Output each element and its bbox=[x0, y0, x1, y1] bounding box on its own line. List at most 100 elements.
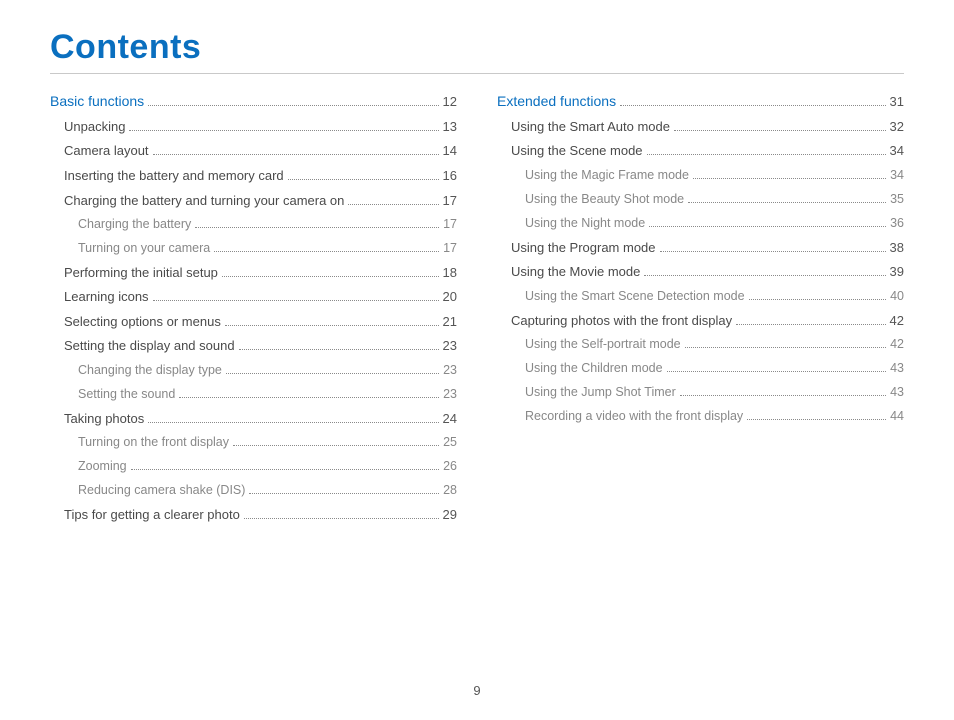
toc-page-number: 12 bbox=[443, 93, 457, 111]
toc-entry[interactable]: Setting the display and sound 23 bbox=[64, 337, 457, 355]
toc-leader-dots bbox=[129, 130, 438, 131]
toc-entry[interactable]: Using the Magic Frame mode34 bbox=[525, 167, 904, 184]
toc-leader-dots bbox=[647, 154, 886, 155]
toc-leader-dots bbox=[660, 251, 886, 252]
toc-label: Using the Smart Scene Detection mode bbox=[525, 288, 745, 305]
toc-label: Inserting the battery and memory card bbox=[64, 167, 284, 185]
toc-page-number: 38 bbox=[890, 239, 904, 257]
toc-page-number: 43 bbox=[890, 384, 904, 401]
toc-leader-dots bbox=[680, 395, 886, 396]
toc-entry[interactable]: Selecting options or menus21 bbox=[64, 313, 457, 331]
toc-label: Reducing camera shake (DIS) bbox=[78, 482, 245, 499]
toc-entry[interactable]: Turning on your camera 17 bbox=[78, 240, 457, 257]
toc-entry[interactable]: Using the Self-portrait mode 42 bbox=[525, 336, 904, 353]
page-number: 9 bbox=[0, 683, 954, 698]
toc-label: Performing the initial setup bbox=[64, 264, 218, 282]
toc-entry[interactable]: Taking photos 24 bbox=[64, 410, 457, 428]
toc-page-number: 23 bbox=[443, 362, 457, 379]
toc-leader-dots bbox=[131, 469, 439, 470]
toc-leader-dots bbox=[214, 251, 439, 252]
toc-entry[interactable]: Tips for getting a clearer photo 29 bbox=[64, 506, 457, 524]
toc-label: Charging the battery bbox=[78, 216, 191, 233]
toc-entry[interactable]: Basic functions12 bbox=[50, 92, 457, 111]
toc-label: Using the Self-portrait mode bbox=[525, 336, 681, 353]
toc-page-number: 35 bbox=[890, 191, 904, 208]
toc-page-number: 17 bbox=[443, 216, 457, 233]
toc-leader-dots bbox=[685, 347, 886, 348]
toc-page-number: 24 bbox=[443, 410, 457, 428]
toc-page-number: 36 bbox=[890, 215, 904, 232]
toc-entry[interactable]: Reducing camera shake (DIS)28 bbox=[78, 482, 457, 499]
page-container: Contents Basic functions12Unpacking13Cam… bbox=[0, 0, 954, 530]
toc-leader-dots bbox=[148, 105, 438, 106]
toc-label: Using the Scene mode bbox=[511, 142, 643, 160]
toc-label: Tips for getting a clearer photo bbox=[64, 506, 240, 524]
toc-label: Camera layout bbox=[64, 142, 149, 160]
toc-entry[interactable]: Using the Jump Shot Timer 43 bbox=[525, 384, 904, 401]
toc-entry[interactable]: Performing the initial setup 18 bbox=[64, 264, 457, 282]
toc-page-number: 23 bbox=[443, 337, 457, 355]
toc-leader-dots bbox=[233, 445, 439, 446]
toc-label: Selecting options or menus bbox=[64, 313, 221, 331]
toc-label: Zooming bbox=[78, 458, 127, 475]
toc-leader-dots bbox=[736, 324, 885, 325]
toc-entry[interactable]: Changing the display type23 bbox=[78, 362, 457, 379]
toc-leader-dots bbox=[667, 371, 887, 372]
toc-entry[interactable]: Unpacking 13 bbox=[64, 118, 457, 136]
toc-page-number: 20 bbox=[443, 288, 457, 306]
toc-page-number: 17 bbox=[443, 240, 457, 257]
toc-page-number: 43 bbox=[890, 360, 904, 377]
toc-label: Using the Jump Shot Timer bbox=[525, 384, 676, 401]
toc-leader-dots bbox=[348, 204, 438, 205]
toc-label: Using the Smart Auto mode bbox=[511, 118, 670, 136]
toc-entry[interactable]: Charging the battery and turning your ca… bbox=[64, 192, 457, 210]
toc-page-number: 23 bbox=[443, 386, 457, 403]
toc-entry[interactable]: Using the Beauty Shot mode35 bbox=[525, 191, 904, 208]
toc-entry[interactable]: Zooming26 bbox=[78, 458, 457, 475]
toc-page-number: 13 bbox=[443, 118, 457, 136]
toc-entry[interactable]: Using the Smart Auto mode32 bbox=[511, 118, 904, 136]
toc-leader-dots bbox=[239, 349, 439, 350]
toc-entry[interactable]: Using the Smart Scene Detection mode40 bbox=[525, 288, 904, 305]
toc-leader-dots bbox=[179, 397, 439, 398]
toc-entry[interactable]: Using the Program mode38 bbox=[511, 239, 904, 257]
toc-page-number: 29 bbox=[443, 506, 457, 524]
toc-page-number: 16 bbox=[443, 167, 457, 185]
toc-entry[interactable]: Charging the battery 17 bbox=[78, 216, 457, 233]
toc-page-number: 44 bbox=[890, 408, 904, 425]
toc-entry[interactable]: Camera layout 14 bbox=[64, 142, 457, 160]
toc-entry[interactable]: Using the Night mode36 bbox=[525, 215, 904, 232]
toc-label: Taking photos bbox=[64, 410, 144, 428]
toc-label: Unpacking bbox=[64, 118, 125, 136]
toc-page-number: 42 bbox=[890, 336, 904, 353]
toc-entry[interactable]: Using the Scene mode34 bbox=[511, 142, 904, 160]
toc-leader-dots bbox=[225, 325, 439, 326]
toc-page-number: 39 bbox=[890, 263, 904, 281]
toc-entry[interactable]: Learning icons20 bbox=[64, 288, 457, 306]
toc-page-number: 18 bbox=[443, 264, 457, 282]
toc-leader-dots bbox=[249, 493, 439, 494]
toc-page-number: 42 bbox=[890, 312, 904, 330]
toc-entry[interactable]: Capturing photos with the front display4… bbox=[511, 312, 904, 330]
toc-column-left: Basic functions12 Unpacking 13 Camera layou… bbox=[50, 92, 457, 530]
toc-entry[interactable]: Using the Movie mode39 bbox=[511, 263, 904, 281]
toc-entry[interactable]: Inserting the battery and memory card 16 bbox=[64, 167, 457, 185]
toc-page-number: 14 bbox=[443, 142, 457, 160]
toc-label: Turning on your camera bbox=[78, 240, 210, 257]
toc-entry[interactable]: Extended functions31 bbox=[497, 92, 904, 111]
toc-leader-dots bbox=[153, 154, 439, 155]
toc-page-number: 34 bbox=[890, 167, 904, 184]
toc-entry[interactable]: Turning on the front display25 bbox=[78, 434, 457, 451]
toc-columns: Basic functions12 Unpacking 13 Camera layou… bbox=[50, 92, 904, 530]
divider bbox=[50, 73, 904, 74]
toc-entry[interactable]: Recording a video with the front display… bbox=[525, 408, 904, 425]
toc-leader-dots bbox=[226, 373, 439, 374]
toc-page-number: 25 bbox=[443, 434, 457, 451]
toc-leader-dots bbox=[195, 227, 439, 228]
toc-entry[interactable]: Setting the sound23 bbox=[78, 386, 457, 403]
toc-label: Setting the display and sound bbox=[64, 337, 235, 355]
toc-entry[interactable]: Using the Children mode 43 bbox=[525, 360, 904, 377]
toc-page-number: 31 bbox=[890, 93, 904, 111]
toc-label: Recording a video with the front display bbox=[525, 408, 743, 425]
toc-label: Using the Children mode bbox=[525, 360, 663, 377]
